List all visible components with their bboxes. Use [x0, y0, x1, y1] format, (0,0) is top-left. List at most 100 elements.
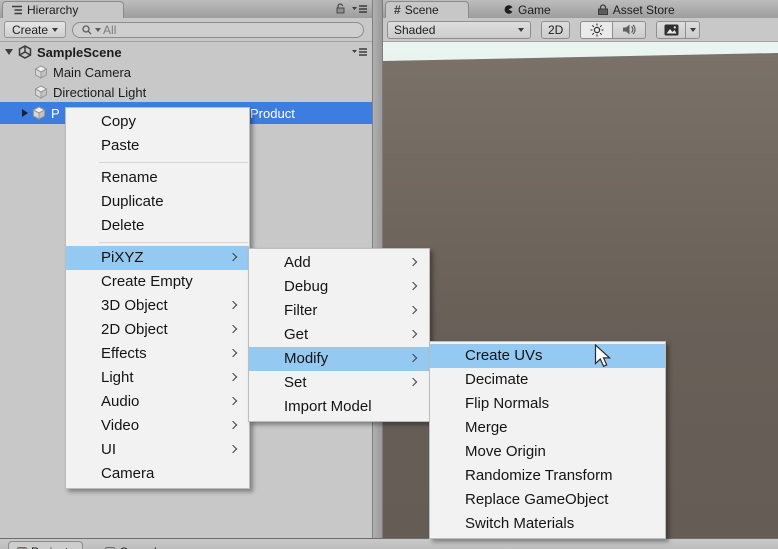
menu-item-effects[interactable]: Effects [66, 342, 249, 366]
menu-item-audio[interactable]: Audio [66, 390, 249, 414]
menu-separator [99, 242, 248, 243]
menu-item-camera[interactable]: Camera [66, 462, 249, 486]
submenu-arrow-icon [409, 306, 417, 314]
gameobject-cube-icon [34, 65, 48, 79]
hierarchy-item-label-suffix: Product [250, 106, 295, 121]
menu-item-pixyz[interactable]: PiXYZ [66, 246, 249, 270]
menu-item-label: UI [101, 441, 116, 458]
toggle-2d-label: 2D [548, 23, 563, 37]
tab-console[interactable]: Console [97, 541, 177, 549]
search-input[interactable]: All [72, 22, 364, 38]
menu-item-label: 3D Object [101, 297, 168, 314]
menu-item-label: Copy [101, 113, 136, 130]
create-button[interactable]: Create [4, 21, 66, 38]
menu-item-debug[interactable]: Debug [249, 275, 429, 299]
menu-item-label: PiXYZ [101, 249, 144, 266]
pixyz-submenu: Add Debug Filter Get Modify Set Import M… [248, 248, 430, 422]
menu-item-create-uvs[interactable]: Create UVs [430, 344, 665, 368]
gameobject-cube-icon [34, 85, 48, 99]
menu-item-light[interactable]: Light [66, 366, 249, 390]
foldout-expanded-icon[interactable] [5, 49, 13, 55]
menu-item-create-empty[interactable]: Create Empty [66, 270, 249, 294]
menu-item-3d-object[interactable]: 3D Object [66, 294, 249, 318]
lock-icon[interactable] [334, 2, 347, 15]
menu-item-move-origin[interactable]: Move Origin [430, 440, 665, 464]
menu-item-label: Replace GameObject [465, 491, 608, 508]
tab-project[interactable]: Project [8, 541, 83, 549]
asset-store-icon [597, 4, 609, 16]
search-icon [81, 24, 93, 36]
menu-item-ui[interactable]: UI [66, 438, 249, 462]
menu-item-label: Effects [101, 345, 147, 362]
menu-item-get[interactable]: Get [249, 323, 429, 347]
hierarchy-item-main-camera[interactable]: Main Camera [0, 62, 372, 82]
menu-item-label: Set [284, 374, 307, 391]
menu-item-flip-normals[interactable]: Flip Normals [430, 392, 665, 416]
menu-item-label: Filter [284, 302, 317, 319]
bottom-panel-tabbar: Project Console [0, 538, 778, 549]
menu-item-label: 2D Object [101, 321, 168, 338]
menu-separator [99, 162, 248, 163]
foldout-collapsed-icon[interactable] [22, 109, 28, 117]
submenu-arrow-icon [409, 378, 417, 386]
hierarchy-tabbar: Hierarchy [0, 0, 372, 18]
menu-item-import-model[interactable]: Import Model [249, 395, 429, 419]
menu-item-label: Add [284, 254, 311, 271]
scene-header-row[interactable]: SampleScene [0, 42, 372, 62]
lighting-toggle-button[interactable] [580, 21, 613, 39]
menu-item-duplicate[interactable]: Duplicate [66, 190, 249, 214]
hierarchy-item-label: Directional Light [53, 85, 146, 100]
menu-item-paste[interactable]: Paste [66, 134, 249, 158]
tab-game-label: Game [518, 3, 551, 17]
menu-item-set[interactable]: Set [249, 371, 429, 395]
tab-project-label: Project [31, 545, 68, 549]
menu-item-decimate[interactable]: Decimate [430, 368, 665, 392]
menu-item-copy[interactable]: Copy [66, 110, 249, 134]
menu-item-2d-object[interactable]: 2D Object [66, 318, 249, 342]
menu-item-label: Randomize Transform [465, 467, 613, 484]
menu-item-switch-materials[interactable]: Switch Materials [430, 512, 665, 536]
tab-game[interactable]: Game [495, 1, 559, 18]
menu-item-label: Delete [101, 217, 144, 234]
effects-toggle-button[interactable] [656, 21, 686, 39]
menu-item-label: Debug [284, 278, 328, 295]
tab-hierarchy-label: Hierarchy [27, 3, 78, 17]
menu-item-add[interactable]: Add [249, 251, 429, 275]
menu-item-replace-gameobject[interactable]: Replace GameObject [430, 488, 665, 512]
effects-dropdown-button[interactable] [686, 21, 700, 39]
shading-mode-label: Shaded [394, 23, 435, 37]
hierarchy-list-icon [11, 4, 23, 16]
menu-item-delete[interactable]: Delete [66, 214, 249, 238]
toggle-2d-button[interactable]: 2D [541, 21, 570, 39]
hierarchy-item-label-prefix: P [51, 106, 60, 121]
tab-asset-store[interactable]: Asset Store [589, 1, 683, 18]
shading-mode-dropdown[interactable]: Shaded [387, 21, 531, 39]
mouse-cursor-icon [594, 344, 616, 375]
submenu-arrow-icon [229, 373, 237, 381]
unity-logo-icon [18, 45, 32, 59]
tab-hierarchy[interactable]: Hierarchy [2, 1, 124, 18]
hierarchy-toolbar: Create All [0, 18, 372, 42]
menu-item-filter[interactable]: Filter [249, 299, 429, 323]
menu-item-label: Decimate [465, 371, 528, 388]
image-icon [664, 24, 679, 36]
menu-item-label: Video [101, 417, 139, 434]
menu-item-modify[interactable]: Modify [249, 347, 429, 371]
menu-item-label: Duplicate [101, 193, 164, 210]
menu-item-rename[interactable]: Rename [66, 166, 249, 190]
search-filter-caret-icon [95, 28, 101, 32]
hierarchy-item-directional-light[interactable]: Directional Light [0, 82, 372, 102]
scene-options-icon[interactable] [351, 46, 368, 58]
modify-submenu: Create UVs Decimate Flip Normals Merge M… [429, 341, 666, 539]
menu-item-merge[interactable]: Merge [430, 416, 665, 440]
tab-scene[interactable]: # Scene [385, 1, 469, 18]
audio-toggle-button[interactable] [613, 21, 646, 39]
menu-item-label: Rename [101, 169, 158, 186]
submenu-arrow-icon [229, 301, 237, 309]
panel-options-icon[interactable] [351, 3, 368, 15]
search-placeholder: All [103, 23, 116, 37]
create-button-label: Create [12, 23, 48, 37]
menu-item-label: Flip Normals [465, 395, 549, 412]
menu-item-randomize-transform[interactable]: Randomize Transform [430, 464, 665, 488]
menu-item-video[interactable]: Video [66, 414, 249, 438]
